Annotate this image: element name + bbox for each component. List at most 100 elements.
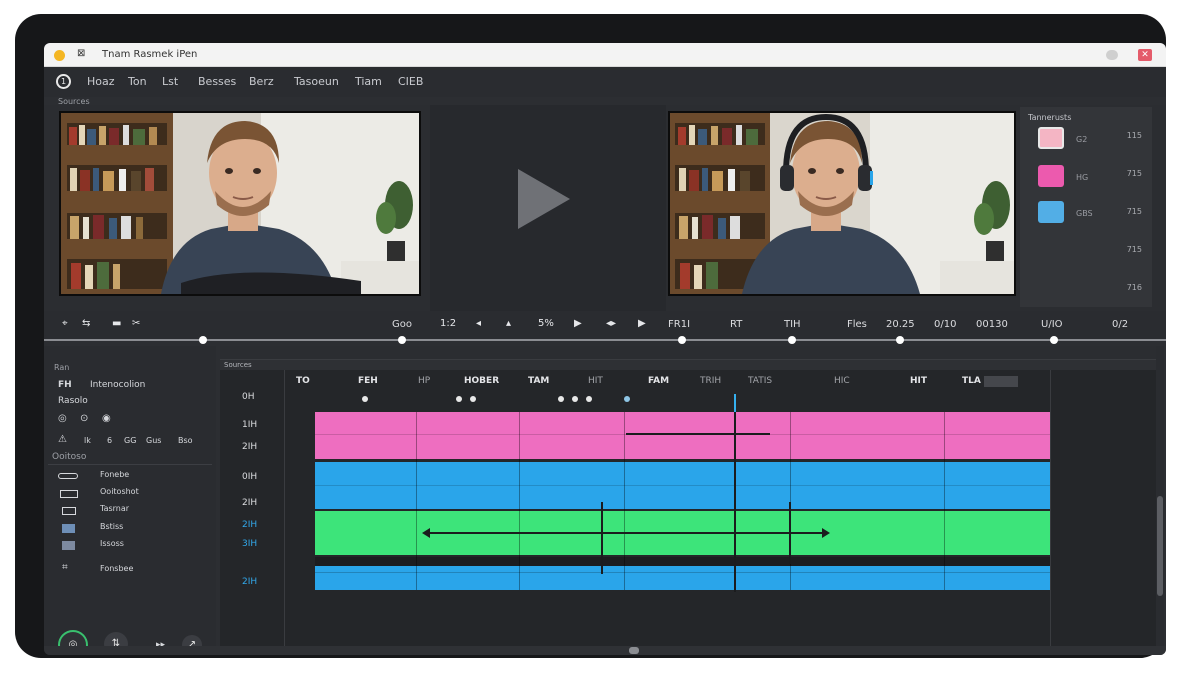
panel-list-item[interactable]: Issoss — [100, 539, 124, 548]
scrubber-handle[interactable] — [199, 336, 207, 344]
scrubber-handle[interactable] — [678, 336, 686, 344]
panel-tool[interactable]: 6 — [107, 436, 112, 445]
panel-list-item[interactable]: Fonsbee — [100, 564, 133, 573]
play-forward-icon[interactable]: ▶ — [638, 318, 646, 329]
menu-item-3[interactable]: Lst — [162, 75, 178, 88]
scrollbar-thumb[interactable] — [1157, 496, 1163, 596]
menu-item-6[interactable]: Tasoeun — [294, 75, 339, 88]
timeline-scrollbar[interactable] — [1156, 346, 1164, 646]
scrubber-handle[interactable] — [896, 336, 904, 344]
pink-clip-track[interactable] — [315, 412, 1050, 459]
transport-label: FR1I — [668, 319, 691, 330]
swatch-blue[interactable] — [1038, 201, 1064, 223]
transport-label: TIH — [784, 319, 801, 330]
ruler-label: TAM — [528, 376, 550, 386]
panel-list-item[interactable]: Fonebe — [100, 470, 129, 479]
panel-tool[interactable]: GG — [124, 436, 136, 445]
timeline-end-divider — [1050, 370, 1051, 646]
marker-dot[interactable] — [624, 396, 630, 402]
menu-item-8[interactable]: CIEB — [398, 75, 423, 88]
ruler-label: FEH — [358, 376, 378, 386]
effect-icon[interactable]: ◎ — [58, 413, 67, 424]
ruler-zoom-box[interactable] — [984, 376, 1018, 387]
marker-icon[interactable]: ⌖ — [62, 318, 68, 329]
timeline-panel[interactable]: Sources TO FEH HP HOBER TAM HIT FAM TRIH… — [220, 346, 1156, 646]
clip-cut[interactable] — [944, 412, 945, 590]
menu-item-5[interactable]: Berz — [249, 75, 274, 88]
swatch-value: 715 — [1126, 207, 1142, 216]
track-label: 0H — [242, 392, 255, 402]
scrubber-track[interactable] — [44, 336, 1166, 344]
marker-dot[interactable] — [470, 396, 476, 402]
panel-divider — [48, 464, 212, 465]
ruler-label: TRIH — [700, 376, 722, 386]
clip-cut[interactable] — [416, 412, 417, 590]
transport-label: Fles — [847, 319, 867, 330]
blue-audio-track[interactable] — [315, 566, 1050, 590]
panel-tool[interactable]: Bso — [178, 436, 193, 445]
scissors-icon[interactable]: ✂ — [132, 318, 140, 329]
play-large-icon[interactable] — [518, 169, 570, 229]
source-monitor[interactable] — [59, 111, 421, 296]
warning-icon[interactable]: ⚠ — [58, 434, 67, 445]
marker-dot[interactable] — [362, 396, 368, 402]
home-indicator[interactable] — [629, 647, 639, 654]
scrubber-handle[interactable] — [788, 336, 796, 344]
clip-icon[interactable]: ▬ — [112, 318, 121, 329]
gap-track — [315, 557, 1050, 566]
effect-icon[interactable]: ◉ — [102, 413, 111, 424]
menu-bar: 1 Hoaz Ton Lst Besses Berz Tasoeun Tiam … — [44, 67, 1166, 97]
ruler-label: HIC — [834, 376, 850, 386]
play-icon[interactable]: ▶ — [574, 318, 582, 329]
window-minimize-button[interactable] — [54, 50, 65, 61]
clip-cut[interactable] — [519, 412, 520, 590]
speed-button[interactable]: 1:2 — [440, 318, 456, 329]
swatch-pink-light[interactable] — [1038, 127, 1064, 149]
track-divider — [315, 485, 1050, 486]
panel-title-abbr: FH — [58, 380, 72, 390]
title-bar: ⊠ Tnam Rasmek iPen ✕ — [44, 43, 1166, 67]
track-label: 2IH — [242, 577, 258, 587]
app-menu-icon[interactable]: 1 — [56, 74, 71, 89]
track-divider — [315, 572, 1050, 573]
swap-icon[interactable]: ⇆ — [82, 318, 90, 329]
transport-label: RT — [730, 319, 743, 330]
panel-list-item[interactable]: Bstiss — [100, 522, 123, 531]
mark-in-icon[interactable]: ▴ — [506, 318, 511, 329]
transport-label: 0/2 — [1112, 319, 1129, 330]
step-back-icon[interactable]: ◂ — [476, 318, 481, 329]
menu-item-7[interactable]: Tiam — [355, 75, 382, 88]
zoom-percent[interactable]: 5% — [538, 318, 554, 329]
menu-item-4[interactable]: Besses — [198, 75, 236, 88]
transport-label: 0/10 — [934, 319, 957, 330]
panel-tool[interactable]: Gus — [146, 436, 161, 445]
marker-dot[interactable] — [572, 396, 578, 402]
swatch-label: GBS — [1076, 209, 1093, 218]
crop-icon[interactable]: ⌗ — [62, 562, 68, 573]
panel-section-label: Ooitoso — [52, 452, 87, 462]
menu-item-1[interactable]: Hoaz — [87, 75, 115, 88]
scrubber-handle[interactable] — [1050, 336, 1058, 344]
timeline-header: Sources — [220, 360, 1156, 370]
program-monitor[interactable] — [668, 111, 1016, 296]
transport-bar: ⌖ ⇆ ▬ ✂ Goo 1:2 ◂ ▴ 5% ▶ ◂▸ ▶ FR1I RT TI… — [44, 311, 1166, 341]
swatch-pink[interactable] — [1038, 165, 1064, 187]
marker-dot[interactable] — [586, 396, 592, 402]
effect-icon[interactable]: ⊙ — [80, 413, 88, 424]
marker-dot[interactable] — [558, 396, 564, 402]
window-close-button[interactable]: ✕ — [1138, 49, 1152, 61]
range-arrow-line[interactable] — [424, 532, 824, 534]
marker-dot[interactable] — [456, 396, 462, 402]
clip-cut[interactable] — [624, 412, 625, 590]
panel-list-item[interactable]: Tasrnar — [100, 504, 129, 513]
panel-list-item[interactable]: Ooitoshot — [100, 487, 139, 496]
window-toggle-button[interactable] — [1106, 50, 1118, 60]
shape-rect-icon — [62, 507, 76, 515]
device-frame: ⊠ Tnam Rasmek iPen ✕ 1 Hoaz Ton Lst Bess… — [15, 14, 1166, 658]
menu-item-2[interactable]: Ton — [128, 75, 147, 88]
panel-tool[interactable]: lk — [84, 436, 91, 445]
playhead[interactable] — [734, 394, 736, 414]
shape-pill-icon — [58, 473, 78, 479]
step-icon[interactable]: ◂▸ — [606, 318, 616, 329]
scrubber-handle[interactable] — [398, 336, 406, 344]
